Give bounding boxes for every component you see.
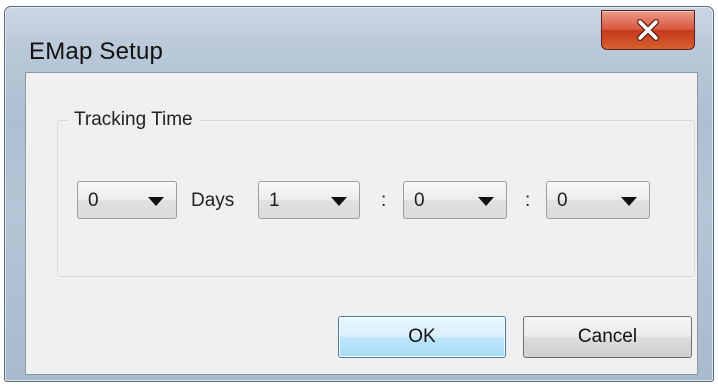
dialog-client-area: Tracking Time 0 Days 1 : 0 : 0 OK Cancel [25,72,698,375]
hours-dropdown-value: 1 [269,190,280,211]
group-label: Tracking Time [68,109,199,131]
days-label: Days [191,190,235,211]
seconds-dropdown[interactable]: 0 [546,181,650,219]
seconds-dropdown-value: 0 [557,190,568,211]
hours-dropdown[interactable]: 1 [258,181,360,219]
minutes-dropdown[interactable]: 0 [403,181,507,219]
chevron-down-icon [148,197,164,206]
days-dropdown-value: 0 [88,190,99,211]
time-separator: : [525,190,531,211]
cancel-button[interactable]: Cancel [523,316,692,358]
chevron-down-icon [331,197,347,206]
window-title: EMap Setup [29,38,164,65]
emap-setup-dialog: EMap Setup Tracking Time 0 Days 1 : 0 : … [4,6,714,382]
close-button[interactable] [601,10,695,50]
time-separator: : [381,190,387,211]
chevron-down-icon [621,197,637,206]
days-dropdown[interactable]: 0 [77,181,177,219]
chevron-down-icon [478,197,494,206]
close-icon [637,19,659,41]
minutes-dropdown-value: 0 [414,190,425,211]
title-bar[interactable]: EMap Setup [5,7,713,71]
ok-button[interactable]: OK [338,316,506,358]
